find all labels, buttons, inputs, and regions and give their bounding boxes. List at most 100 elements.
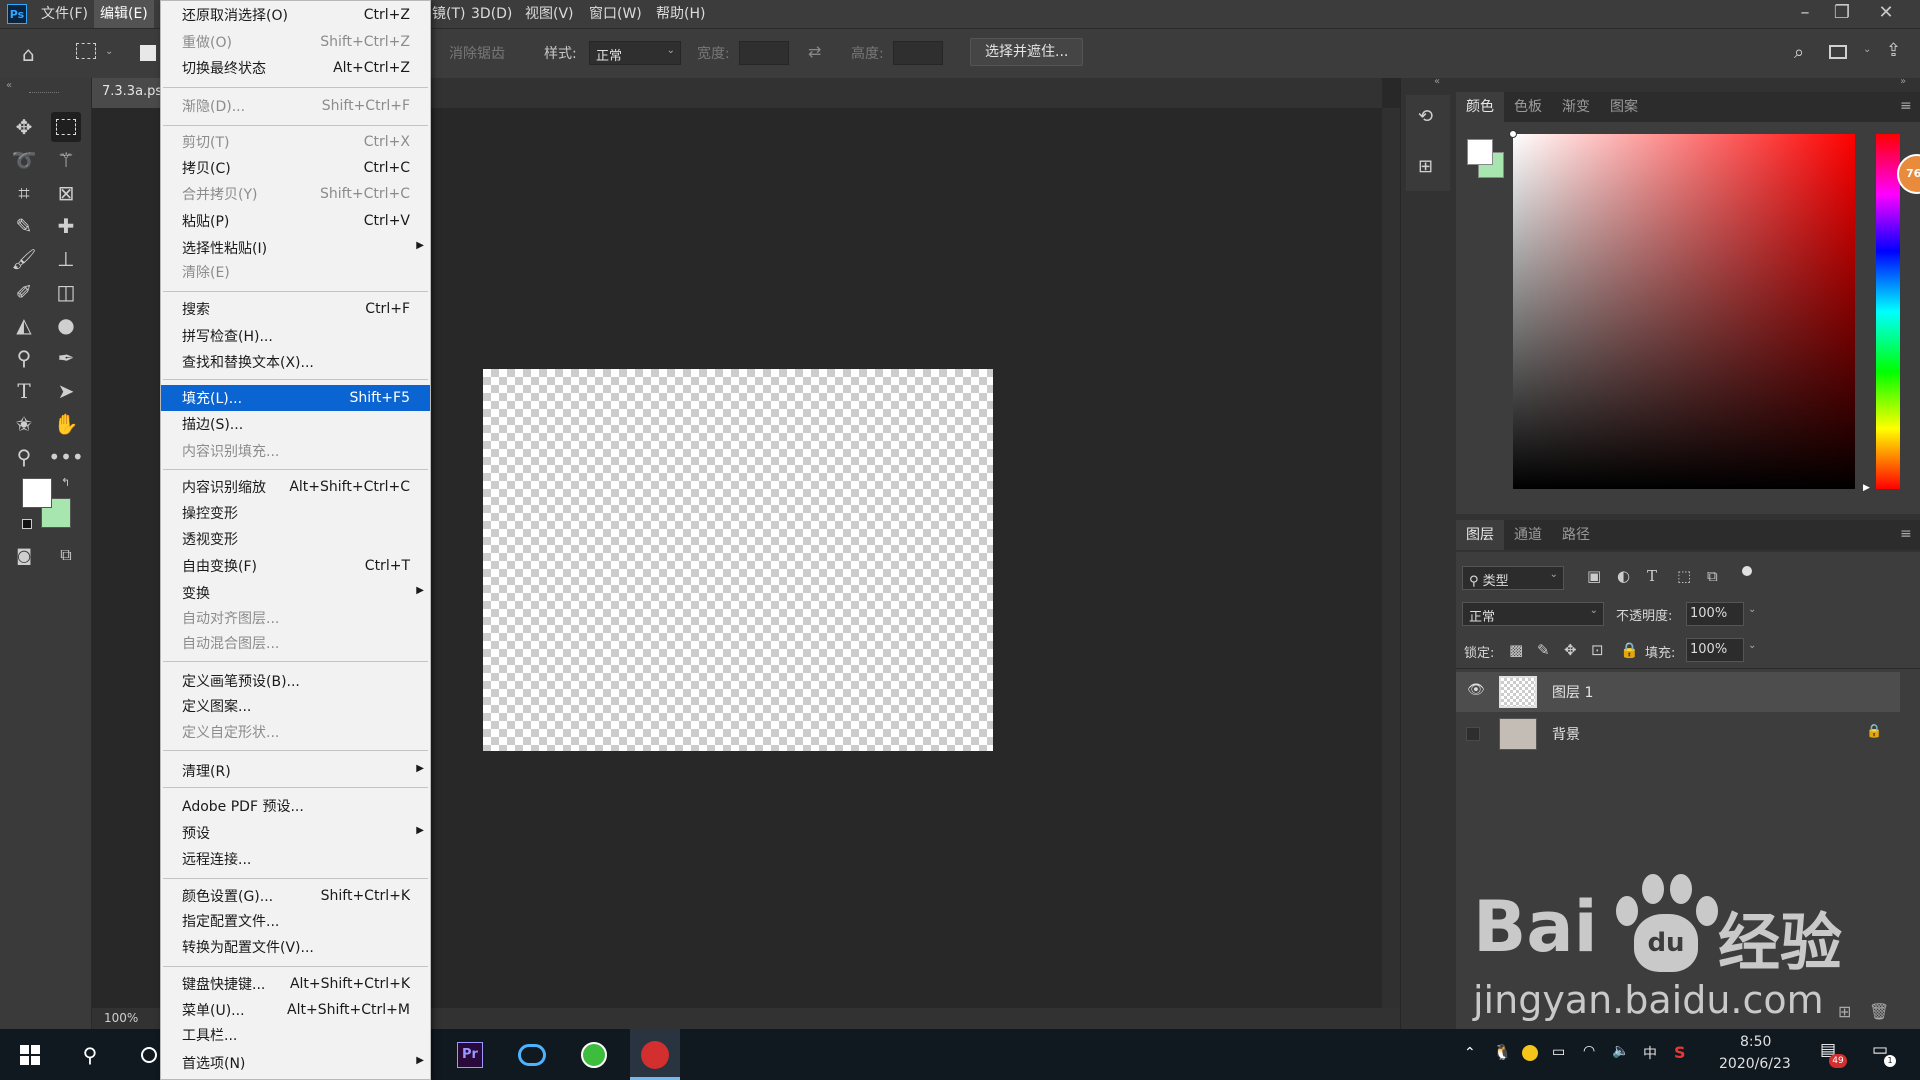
pen-tool-icon[interactable]: ✒: [51, 343, 81, 373]
menu-item-paste[interactable]: 粘贴(P) Ctrl+V: [161, 208, 430, 234]
menu-item-assign-profile[interactable]: 指定配置文件...: [161, 908, 430, 934]
search-icon[interactable]: ⚲: [65, 1029, 115, 1080]
screen-mode-icon[interactable]: ⧉: [51, 540, 81, 570]
menu-item-transform[interactable]: 变换 ▶: [161, 580, 430, 606]
sogou-ime-icon[interactable]: S: [1674, 1043, 1686, 1062]
new-selection-icon[interactable]: [140, 45, 156, 61]
type-tool-icon[interactable]: T: [9, 376, 39, 406]
panel-menu-icon[interactable]: ≡: [1900, 98, 1912, 114]
clock-date[interactable]: 2020/6/23: [1719, 1056, 1791, 1072]
menu-item-fade[interactable]: 渐隐(D)... Shift+Ctrl+F: [161, 93, 430, 119]
tab-layers[interactable]: 图层: [1456, 520, 1504, 550]
home-icon[interactable]: ⌂: [22, 42, 35, 66]
swap-icon[interactable]: ⇄: [808, 42, 821, 61]
show-hidden-icons-icon[interactable]: ⌃: [1464, 1045, 1476, 1061]
menu-item-toggle-last-state[interactable]: 切换最终状态 Alt+Ctrl+Z: [161, 55, 430, 81]
menu-item-clear[interactable]: 清除(E): [161, 259, 430, 285]
menu-item-paste-special[interactable]: 选择性粘贴(I) ▶: [161, 235, 430, 261]
height-input[interactable]: [893, 41, 943, 65]
menu-item-auto-blend-layers[interactable]: 自动混合图层...: [161, 630, 430, 656]
path-selection-tool-icon[interactable]: ➤: [51, 376, 81, 406]
red-app-icon[interactable]: [630, 1029, 680, 1080]
width-input[interactable]: [739, 41, 789, 65]
magic-wand-tool-icon[interactable]: ⚚: [51, 145, 81, 175]
quick-mask-icon[interactable]: ◙: [9, 540, 39, 570]
menu-item-perspective-warp[interactable]: 透视变形: [161, 526, 430, 552]
chevron-down-icon[interactable]: ⌄: [1748, 640, 1756, 651]
clone-stamp-tool-icon[interactable]: ⊥: [51, 244, 81, 274]
menu-item-color-settings[interactable]: 颜色设置(G)... Shift+Ctrl+K: [161, 883, 430, 909]
foreground-color-swatch[interactable]: [22, 478, 52, 508]
minimize-icon[interactable]: –: [1786, 0, 1824, 28]
dodge-tool-icon[interactable]: ⚲: [9, 343, 39, 373]
windows-start-icon[interactable]: [5, 1029, 55, 1080]
hue-slider[interactable]: [1876, 134, 1900, 489]
more-tools-icon[interactable]: •••: [48, 442, 83, 472]
paint-bucket-tool-icon[interactable]: ◭: [9, 310, 39, 340]
visibility-toggle-empty[interactable]: [1466, 727, 1480, 741]
crop-tool-icon[interactable]: ⌗: [9, 178, 39, 208]
ime-indicator[interactable]: 中: [1643, 1043, 1657, 1063]
menu-item-search[interactable]: 搜索 Ctrl+F: [161, 296, 430, 322]
filter-adjustment-icon[interactable]: ◐: [1617, 567, 1630, 585]
history-panel-icon[interactable]: ⟲: [1418, 106, 1433, 127]
zoom-tool-icon[interactable]: ⚲: [9, 442, 39, 472]
lock-paint-icon[interactable]: ✎: [1537, 641, 1550, 659]
lock-position-icon[interactable]: ✥: [1564, 641, 1577, 659]
move-tool-icon[interactable]: ✥: [9, 112, 39, 142]
chevron-down-icon[interactable]: ⌄: [1863, 44, 1871, 55]
menu-item-presets[interactable]: 预设 ▶: [161, 820, 430, 846]
zoom-level[interactable]: 100%: [104, 1011, 138, 1025]
tab-channels[interactable]: 通道: [1504, 520, 1552, 550]
hue-slider-handle-icon[interactable]: ▶: [1863, 483, 1870, 493]
collapse-icon[interactable]: »: [1900, 76, 1906, 87]
marquee-tool-icon[interactable]: [51, 112, 81, 142]
menu-item-purge[interactable]: 清理(R) ▶: [161, 758, 430, 784]
lasso-tool-icon[interactable]: ➰: [9, 145, 39, 175]
filter-shape-icon[interactable]: ⬚: [1677, 567, 1691, 585]
lock-all-icon[interactable]: 🔒: [1620, 641, 1639, 659]
menu-edit[interactable]: 编辑(E): [93, 0, 154, 28]
menu-file[interactable]: 文件(F): [35, 0, 94, 28]
workspace-icon[interactable]: [1829, 45, 1847, 59]
brush-tool-icon[interactable]: 🖌: [9, 244, 39, 274]
tab-color[interactable]: 颜色: [1456, 92, 1504, 122]
blur-tool-icon[interactable]: ●: [51, 310, 81, 340]
properties-panel-icon[interactable]: ⊞: [1418, 156, 1433, 177]
hand-tool-icon[interactable]: ✋: [51, 409, 81, 439]
transparent-canvas[interactable]: [483, 369, 993, 751]
360-browser-icon[interactable]: [569, 1029, 619, 1080]
filter-toggle-icon[interactable]: [1742, 566, 1752, 576]
baidu-netdisk-icon[interactable]: [507, 1029, 557, 1080]
menu-item-define-pattern[interactable]: 定义图案...: [161, 693, 430, 719]
menu-item-remote-connections[interactable]: 远程连接...: [161, 846, 430, 872]
layer-filter-select[interactable]: ⚲ 类型 ⌄: [1462, 566, 1564, 590]
history-brush-tool-icon[interactable]: ✐: [9, 277, 39, 307]
layer-name[interactable]: 背景: [1552, 724, 1580, 744]
menu-window[interactable]: 窗口(W): [589, 0, 642, 28]
menu-item-define-brush[interactable]: 定义画笔预设(B)...: [161, 668, 430, 694]
color-saturation-field[interactable]: [1513, 134, 1855, 489]
menu-item-menus[interactable]: 菜单(U)... Alt+Shift+Ctrl+M: [161, 997, 430, 1023]
restore-icon[interactable]: ❐: [1823, 0, 1861, 28]
healing-brush-tool-icon[interactable]: ✚: [51, 211, 81, 241]
vertical-scrollbar[interactable]: [1382, 108, 1400, 1008]
menu-item-undo[interactable]: 还原取消选择(O) Ctrl+Z: [161, 2, 430, 28]
menu-3d[interactable]: 3D(D): [471, 0, 512, 28]
eye-visibility-icon[interactable]: 👁: [1467, 682, 1485, 698]
clock-time[interactable]: 8:50: [1740, 1034, 1771, 1050]
volume-icon[interactable]: 🔈: [1612, 1043, 1629, 1059]
foreground-color-chip[interactable]: [1467, 139, 1493, 165]
filter-type-icon[interactable]: T: [1647, 567, 1657, 585]
menu-item-define-custom-shape[interactable]: 定义自定形状...: [161, 719, 430, 745]
menu-item-pdf-presets[interactable]: Adobe PDF 预设...: [161, 793, 430, 819]
layer-name[interactable]: 图层 1: [1552, 682, 1593, 702]
marquee-preset-icon[interactable]: [76, 43, 96, 59]
menu-item-redo[interactable]: 重做(O) Shift+Ctrl+Z: [161, 29, 430, 55]
color-picker-marker[interactable]: [1509, 130, 1517, 138]
menu-item-puppet-warp[interactable]: 操控变形: [161, 500, 430, 526]
eraser-tool-icon[interactable]: ◫: [51, 277, 81, 307]
collapse-icon[interactable]: «: [6, 80, 12, 91]
menu-item-auto-align-layers[interactable]: 自动对齐图层...: [161, 605, 430, 631]
menu-item-toolbar[interactable]: 工具栏...: [161, 1022, 430, 1048]
